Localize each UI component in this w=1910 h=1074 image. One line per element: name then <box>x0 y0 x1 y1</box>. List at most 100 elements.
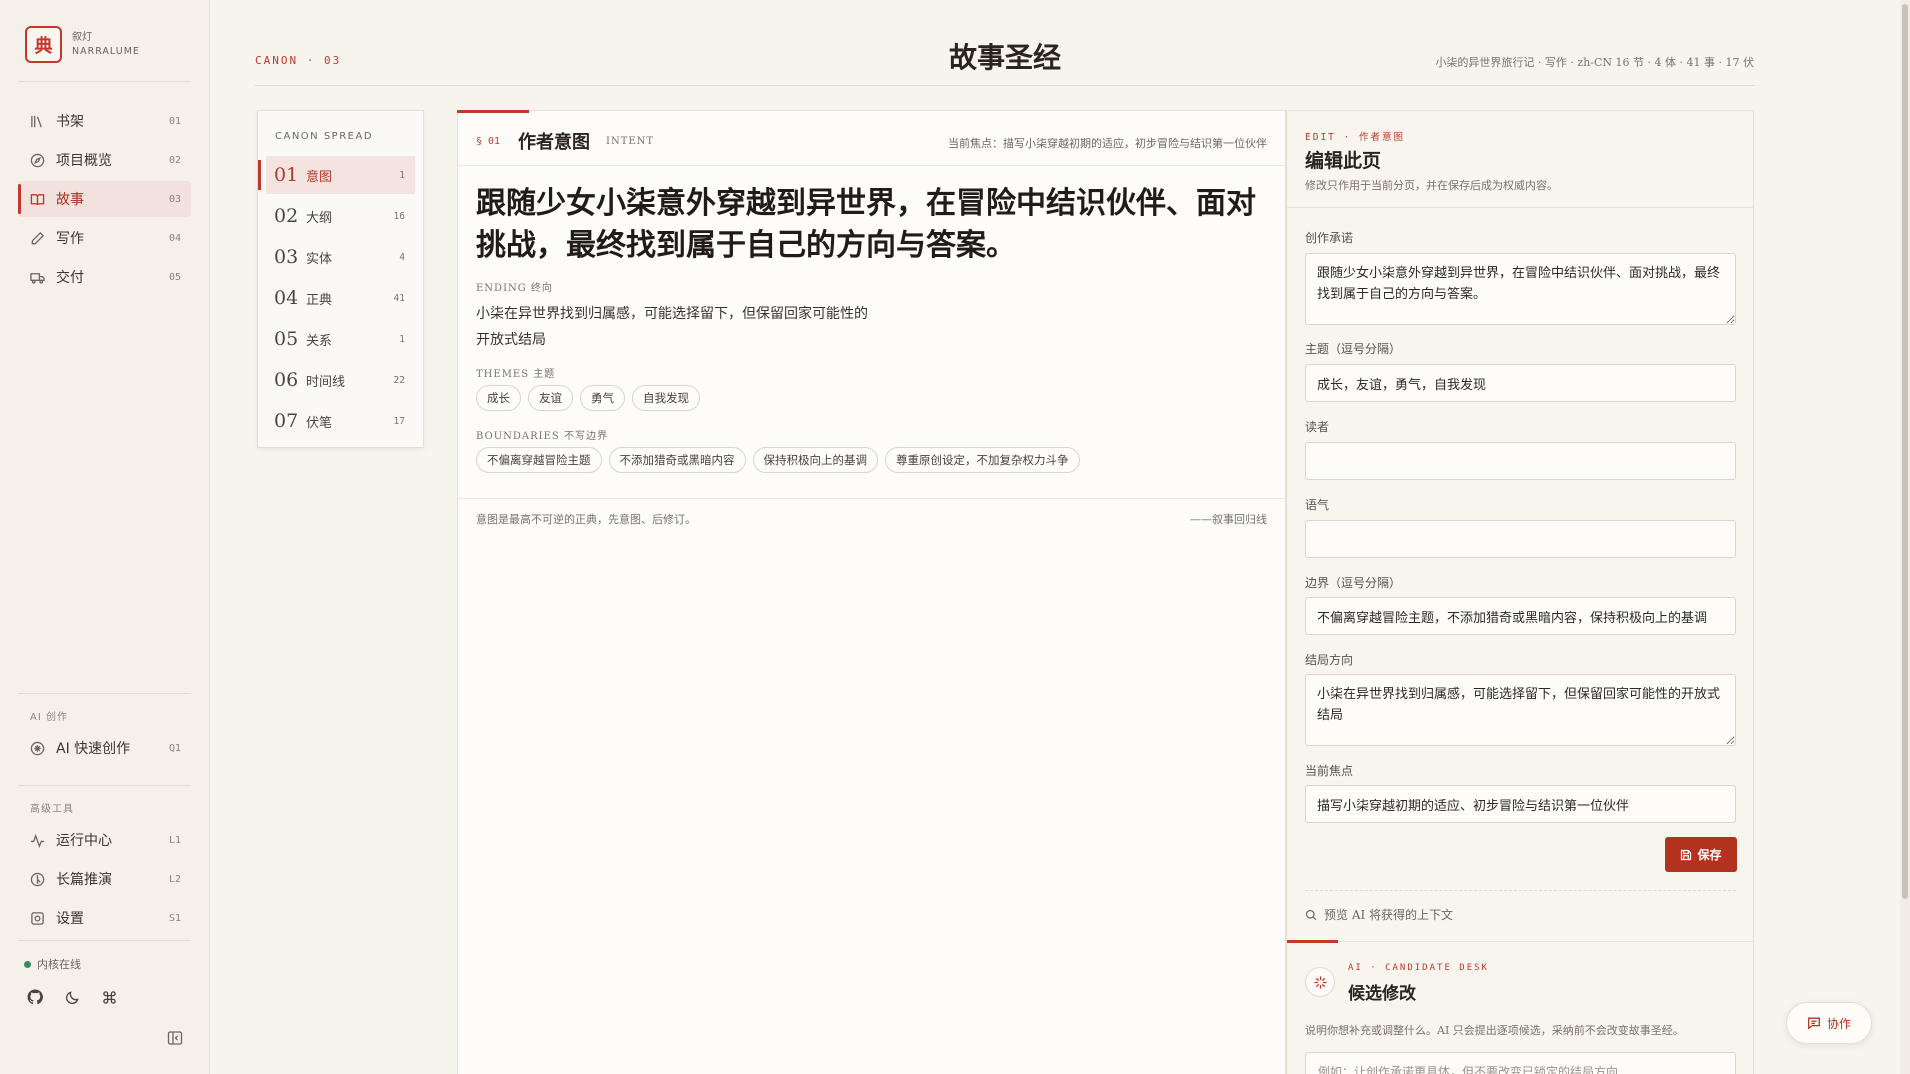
spread-item-outline[interactable]: 02 大纲 16 <box>266 197 415 235</box>
nav-code: L1 <box>168 834 181 846</box>
ai-desk-tag: AI · CANDIDATE DESK <box>1348 963 1489 973</box>
section-number: § 01 <box>476 136 501 147</box>
nav-item-settings[interactable]: 设置 S1 <box>18 900 191 936</box>
page-scrollbar[interactable] <box>1900 0 1910 1074</box>
section-subtitle: INTENT <box>606 136 655 147</box>
tone-input[interactable] <box>1305 520 1736 558</box>
divider <box>1287 941 1753 942</box>
nav-code: 05 <box>168 271 181 283</box>
nav-code: 01 <box>168 115 181 127</box>
spread-num: 04 <box>274 287 299 309</box>
footnote: 意图是最高不可逆的正典，先意图、后修订。 <box>476 513 696 526</box>
moon-icon[interactable] <box>63 988 81 1006</box>
sidebar-collapse-icon[interactable] <box>167 1030 183 1046</box>
nav-label: 项目概览 <box>56 153 112 169</box>
boundaries-label: BOUNDARIES 不写边界 <box>476 431 608 442</box>
themes-label: THEMES 主题 <box>476 369 556 380</box>
spread-item-canon[interactable]: 04 正典 41 <box>266 279 415 317</box>
nav-code: 03 <box>168 193 181 205</box>
pen-icon <box>30 231 45 246</box>
bounds-input[interactable] <box>1305 597 1736 635</box>
spread-label: 大纲 <box>306 210 333 226</box>
chat-icon <box>1808 1017 1820 1030</box>
spread-label: 时间线 <box>306 374 346 390</box>
intent-card: § 01 作者意图 INTENT 当前焦点：描写小柒穿越初期的适应，初步冒险与结… <box>457 110 1286 1074</box>
edit-tag: EDIT · 作者意图 <box>1305 132 1406 143</box>
nav-item-run-center[interactable]: 运行中心 L1 <box>18 822 191 858</box>
bounds-label: 边界（逗号分隔） <box>1305 576 1402 590</box>
save-button[interactable]: 保存 <box>1665 837 1737 872</box>
sparkle-icon <box>1305 967 1335 997</box>
edit-description: 修改只作用于当前分页，并在保存后成为权威内容。 <box>1305 179 1558 192</box>
ending-textarea[interactable]: 小柒在异世界找到归属感，可能选择留下，但保留回家可能性的开放式结局 <box>1305 674 1736 746</box>
boundary-chip: 保持积极向上的基调 <box>752 447 878 473</box>
books-icon <box>30 114 45 129</box>
boundary-chip: 不偏离穿越冒险主题 <box>476 447 602 473</box>
save-icon <box>1681 849 1692 860</box>
nav-label: 书架 <box>56 114 84 130</box>
card-accent <box>457 110 529 113</box>
nav-label: 写作 <box>56 231 84 247</box>
divider <box>18 785 191 786</box>
spread-count: 4 <box>399 251 405 263</box>
nav-item-delivery[interactable]: 交付 05 <box>18 259 191 295</box>
nav-label: 故事 <box>56 192 84 208</box>
nav-item-writing[interactable]: 写作 04 <box>18 220 191 256</box>
theme-chip: 勇气 <box>580 385 625 411</box>
spread-item-foreshadow[interactable]: 07 伏笔 17 <box>266 402 415 440</box>
promise-label: 创作承诺 <box>1305 231 1354 245</box>
nav-item-ai-quick[interactable]: AI 快速创作 Q1 <box>18 730 191 766</box>
status-text: 内核在线 <box>37 958 81 971</box>
book-open-icon <box>30 192 45 207</box>
reader-input[interactable] <box>1305 442 1736 480</box>
brand-name-en: NARRALUME <box>72 45 140 57</box>
preview-label: 预览 AI 将获得的上下文 <box>1324 908 1454 922</box>
scrollbar-thumb[interactable] <box>1902 4 1908 899</box>
header-section: CANON · 03 <box>255 54 342 67</box>
divider <box>18 940 191 941</box>
spread-num: 07 <box>274 410 299 432</box>
nav-label: 长篇推演 <box>56 872 112 888</box>
tone-label: 语气 <box>1305 498 1330 512</box>
preview-context-link[interactable]: 预览 AI 将获得的上下文 <box>1305 906 1453 923</box>
brand-logo: 典 <box>25 26 62 63</box>
nav-item-story[interactable]: 故事 03 <box>18 181 191 217</box>
nav-item-long-form[interactable]: 长篇推演 L2 <box>18 861 191 897</box>
spread-item-relations[interactable]: 05 关系 1 <box>266 320 415 358</box>
spread-count: 1 <box>399 333 405 345</box>
focus-input[interactable] <box>1305 785 1736 823</box>
spread-num: 02 <box>274 205 299 227</box>
nav-item-bookshelf[interactable]: 书架 01 <box>18 103 191 139</box>
settings-icon <box>30 911 45 926</box>
sidebar: 典 叙灯 NARRALUME 书架 01 项目概览 02 故事 03 写作 04 <box>0 0 210 1074</box>
command-icon[interactable] <box>100 988 118 1006</box>
canon-spread: CANON SPREAD 01 意图 1 02 大纲 16 03 实体 4 04… <box>257 110 424 448</box>
ai-request-input[interactable]: 例如：让创作承诺更具体，但不要改变已锁定的结局方向 <box>1305 1052 1736 1074</box>
spread-item-entities[interactable]: 03 实体 4 <box>266 238 415 276</box>
section-title: 作者意图 <box>518 132 590 153</box>
spread-label: 意图 <box>306 169 333 185</box>
status-dot <box>24 960 31 968</box>
spread-item-timeline[interactable]: 06 时间线 22 <box>266 361 415 399</box>
nav-label: AI 快速创作 <box>56 741 131 757</box>
spread-count: 1 <box>399 169 405 181</box>
spread-num: 05 <box>274 328 299 350</box>
github-icon[interactable] <box>26 988 44 1006</box>
save-label: 保存 <box>1697 848 1722 862</box>
spread-label: 实体 <box>306 251 333 267</box>
truck-icon <box>30 270 45 285</box>
nav-code: L2 <box>168 873 181 885</box>
divider <box>18 81 191 82</box>
nav-code: 02 <box>168 154 181 166</box>
nav-item-overview[interactable]: 项目概览 02 <box>18 142 191 178</box>
themes-input[interactable] <box>1305 364 1736 402</box>
promise-textarea[interactable]: 跟随少女小柒意外穿越到异世界，在冒险中结识伙伴、面对挑战，最终找到属于自己的方向… <box>1305 253 1736 325</box>
header-divider <box>255 85 1755 86</box>
nav-label: 运行中心 <box>56 833 112 849</box>
spread-item-intent[interactable]: 01 意图 1 <box>258 156 415 194</box>
boundaries-list: 不偏离穿越冒险主题 不添加猎奇或黑暗内容 保持积极向上的基调 尊重原创设定，不加… <box>476 447 1080 473</box>
collaborate-label: 协作 <box>1826 1016 1851 1031</box>
brand[interactable]: 典 叙灯 NARRALUME <box>25 26 140 63</box>
divider <box>18 693 191 694</box>
collaborate-button[interactable]: 协作 <box>1786 1002 1872 1044</box>
